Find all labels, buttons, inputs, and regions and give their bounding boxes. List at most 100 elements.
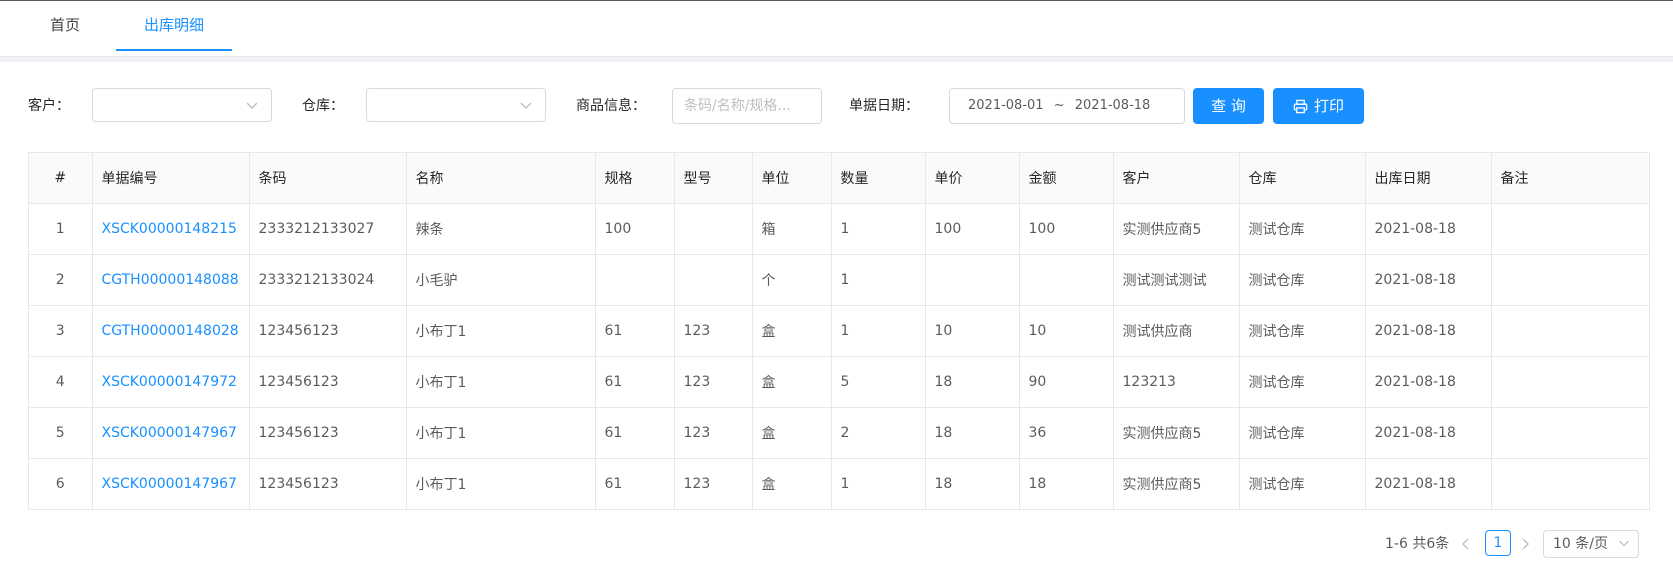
chevron-left-icon[interactable] <box>1456 532 1476 556</box>
cell-quantity: 1 <box>831 203 926 255</box>
column-header-quantity: 数量 <box>831 153 926 204</box>
cell-name: 小布丁1 <box>406 458 596 509</box>
chevron-right-icon[interactable] <box>1515 532 1535 556</box>
column-header-doc-no: 单据编号 <box>92 153 250 204</box>
cell-model: 123 <box>674 407 753 459</box>
cell-remark <box>1491 305 1649 357</box>
cell-model: 123 <box>674 356 753 408</box>
cell-outbound-date: 2021-08-18 <box>1365 305 1492 357</box>
cell-quantity: 1 <box>831 305 926 357</box>
cell-outbound-date: 2021-08-18 <box>1365 458 1492 509</box>
cell-quantity: 1 <box>831 458 926 509</box>
cell-remark <box>1491 356 1649 408</box>
cell-model: 123 <box>674 458 753 509</box>
cell-barcode: 123456123 <box>249 458 407 509</box>
cell-index: 5 <box>29 407 93 459</box>
cell-name: 小布丁1 <box>406 305 596 357</box>
cell-unit-price: 18 <box>925 407 1020 459</box>
table-row: 3 CGTH00000148028 123456123 小布丁1 61 123 盒 1 10 10… <box>29 305 1649 357</box>
cell-index: 1 <box>29 203 93 255</box>
cell-customer: 测试供应商 <box>1113 305 1240 357</box>
cell-model: 123 <box>674 305 753 357</box>
cell-doc-no[interactable]: CGTH00000148088 <box>92 254 250 306</box>
cell-unit: 箱 <box>752 203 832 255</box>
cell-amount: 90 <box>1019 356 1114 408</box>
cell-warehouse: 测试仓库 <box>1239 254 1366 306</box>
cell-customer: 实测供应商5 <box>1113 203 1240 255</box>
pagination-page-1[interactable]: 1 <box>1485 530 1511 556</box>
date-separator: ~ <box>1053 98 1065 113</box>
cell-unit: 盒 <box>752 407 832 459</box>
cell-name: 小布丁1 <box>406 356 596 408</box>
table-row: 4 XSCK00000147972 123456123 小布丁1 61 123 盒 5 18 90… <box>29 356 1649 408</box>
cell-index: 3 <box>29 305 93 357</box>
search-button[interactable]: 查 询 <box>1193 88 1264 124</box>
print-button-label: 打印 <box>1313 97 1344 115</box>
cell-spec: 61 <box>595 356 675 408</box>
cell-doc-no[interactable]: XSCK00000148215 <box>92 203 250 255</box>
table-row: 1 XSCK00000148215 2333212133027 辣条 100 箱 1 100 1… <box>29 203 1649 255</box>
cell-index: 6 <box>29 458 93 509</box>
search-button-label: 查 询 <box>1211 97 1246 115</box>
column-header-spec: 规格 <box>595 153 675 204</box>
cell-index: 2 <box>29 254 93 306</box>
cell-name: 辣条 <box>406 203 596 255</box>
cell-model <box>674 254 753 306</box>
cell-amount: 10 <box>1019 305 1114 357</box>
cell-quantity: 1 <box>831 254 926 306</box>
date-range-picker[interactable]: 2021-08-01 ~ 2021-08-18 <box>949 88 1185 124</box>
customer-label: 客户： <box>28 98 70 114</box>
cell-remark <box>1491 459 1649 510</box>
cell-name: 小毛驴 <box>406 254 596 306</box>
warehouse-select[interactable] <box>366 88 546 122</box>
printer-icon <box>1293 99 1308 114</box>
cell-unit: 个 <box>752 254 832 306</box>
cell-outbound-date: 2021-08-18 <box>1365 407 1492 459</box>
column-header-unit: 单位 <box>752 153 832 204</box>
tab-home[interactable]: 首页 <box>40 1 90 49</box>
cell-warehouse: 测试仓库 <box>1239 356 1366 408</box>
tab-outbound-detail[interactable]: 出库明细 <box>116 1 232 51</box>
date-label: 单据日期： <box>849 98 919 114</box>
date-end: 2021-08-18 <box>1074 98 1151 113</box>
goods-info-input[interactable]: 条码/名称/规格... <box>672 88 822 124</box>
tab-bar: 首页 出库明细 <box>0 0 1673 57</box>
cell-remark <box>1491 254 1649 306</box>
cell-doc-no[interactable]: CGTH00000148028 <box>92 305 250 357</box>
cell-outbound-date: 2021-08-18 <box>1365 254 1492 306</box>
page-size-select[interactable]: 10 条/页 <box>1543 530 1639 558</box>
cell-doc-no[interactable]: XSCK00000147967 <box>92 407 250 459</box>
cell-barcode: 123456123 <box>249 407 407 459</box>
cell-customer: 实测供应商5 <box>1113 407 1240 459</box>
page-size-value: 10 条/页 <box>1553 536 1608 552</box>
outbound-detail-table: # 单据编号 条码 名称 规格 型号 单位 数量 单价 金额 客户 仓库 出库日… <box>28 152 1650 510</box>
cell-spec: 61 <box>595 458 675 509</box>
chevron-down-icon <box>246 102 258 109</box>
chevron-down-icon <box>520 102 532 109</box>
column-header-warehouse: 仓库 <box>1239 153 1366 204</box>
cell-outbound-date: 2021-08-18 <box>1365 356 1492 408</box>
cell-quantity: 2 <box>831 407 926 459</box>
cell-index: 4 <box>29 356 93 408</box>
chevron-down-icon <box>1619 540 1629 547</box>
customer-select[interactable] <box>92 88 272 122</box>
column-header-outbound-date: 出库日期 <box>1365 153 1492 204</box>
cell-quantity: 5 <box>831 356 926 408</box>
column-header-amount: 金额 <box>1019 153 1114 204</box>
table-row: 6 XSCK00000147967 123456123 小布丁1 61 123 盒 1 18 18… <box>29 458 1649 510</box>
cell-spec: 61 <box>595 407 675 459</box>
cell-name: 小布丁1 <box>406 407 596 459</box>
print-button[interactable]: 打印 <box>1273 88 1364 124</box>
cell-barcode: 2333212133024 <box>249 254 407 306</box>
cell-doc-no[interactable]: XSCK00000147967 <box>92 458 250 509</box>
cell-unit-price: 10 <box>925 305 1020 357</box>
column-header-name: 名称 <box>406 153 596 204</box>
column-header-index: # <box>29 153 93 204</box>
column-header-unit-price: 单价 <box>925 153 1020 204</box>
cell-barcode: 123456123 <box>249 305 407 357</box>
cell-doc-no[interactable]: XSCK00000147972 <box>92 356 250 408</box>
cell-unit-price: 18 <box>925 356 1020 408</box>
warehouse-label: 仓库： <box>302 98 344 114</box>
column-header-barcode: 条码 <box>249 153 407 204</box>
column-header-model: 型号 <box>674 153 753 204</box>
